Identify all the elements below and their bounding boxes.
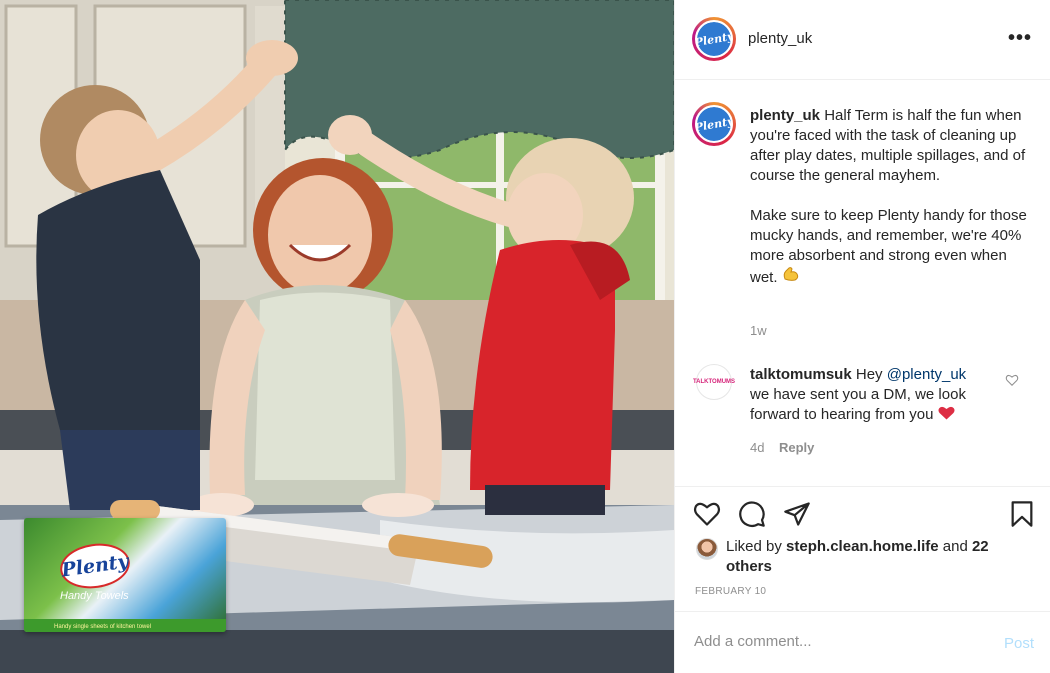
plenty-product-box: Plenty Handy Towels Handy single sheets … [24, 518, 226, 632]
comment-username[interactable]: talktomumsuk [750, 366, 852, 383]
post-caption: plenty_uk Half Term is half the fun when… [750, 106, 1035, 288]
product-tagline: Handy single sheets of kitchen towel [54, 624, 152, 630]
comment-mention[interactable]: @plenty_uk [887, 366, 966, 383]
post-comment-button[interactable]: Post [1004, 635, 1034, 652]
comment-prefix: Hey [855, 366, 883, 383]
post-header: Plenty plenty_uk ••• [675, 0, 1050, 80]
product-name: Handy Towels [60, 590, 129, 602]
red-heart-emoji-icon [938, 406, 955, 423]
header-username[interactable]: plenty_uk [748, 30, 812, 47]
add-comment-input[interactable] [694, 633, 984, 650]
flexed-biceps-emoji-icon [782, 266, 800, 288]
likes-prefix: Liked by [726, 538, 782, 555]
likes-and: and [942, 538, 968, 555]
likes-summary: Liked by steph.clean.home.life and 22 ot… [726, 537, 996, 577]
bookmark-icon[interactable] [1008, 500, 1036, 528]
avatar-inner: Plenty [695, 20, 733, 58]
ellipsis-icon[interactable]: ••• [1008, 28, 1032, 48]
comment-like-heart-icon[interactable] [1005, 373, 1019, 387]
caption-username[interactable]: plenty_uk [750, 107, 820, 124]
comment-age: 4d [750, 440, 765, 455]
comment-text: we have sent you a DM, we look forward t… [750, 386, 966, 423]
plenty-logo-icon: Plenty [697, 107, 731, 141]
comment-item: talktomumsuk Hey @plenty_uk we have sent… [750, 365, 985, 425]
paper-plane-icon[interactable] [783, 500, 811, 528]
caption-avatar[interactable]: Plenty [692, 102, 736, 146]
talktomums-avatar[interactable]: TALKTOMUMS [692, 364, 736, 400]
add-comment-bar: Post [675, 611, 1050, 673]
heart-outline-icon[interactable] [693, 500, 721, 528]
liked-by-avatar[interactable] [696, 538, 718, 560]
post-photo[interactable]: Plenty Handy Towels Handy single sheets … [0, 0, 674, 673]
likes-user[interactable]: steph.clean.home.life [786, 538, 939, 555]
avatar-inner: Plenty [695, 105, 733, 143]
reply-button[interactable]: Reply [779, 440, 814, 455]
avatar-text: TALKTOMUMS [692, 379, 736, 385]
comment-bubble-icon[interactable] [738, 500, 766, 528]
caption-age: 1w [750, 323, 767, 338]
product-brand-logo: Plenty [59, 541, 131, 591]
header-avatar[interactable]: Plenty [692, 17, 736, 61]
post-side-panel: Plenty plenty_uk ••• Plenty plenty_uk Ha… [674, 0, 1050, 673]
plenty-logo-icon: Plenty [697, 22, 731, 56]
post-date[interactable]: FEBRUARY 10 [695, 586, 766, 597]
